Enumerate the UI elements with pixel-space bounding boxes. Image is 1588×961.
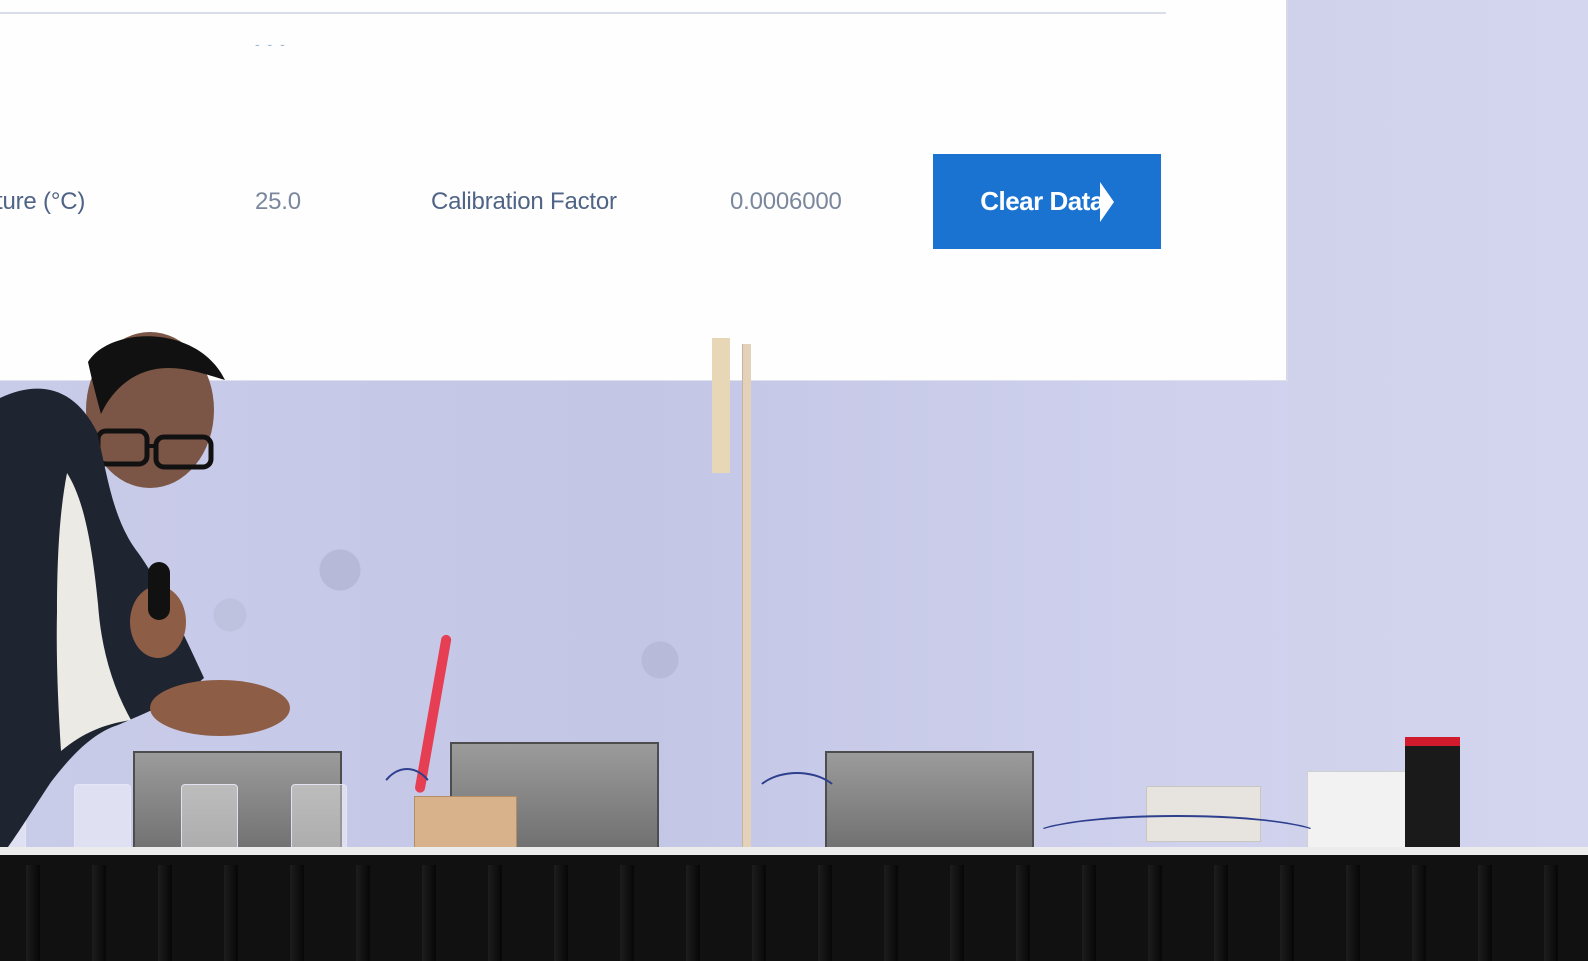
table-fold [1016, 865, 1030, 961]
clear-data-button-label: Clear Data [980, 186, 1104, 216]
table-fold [884, 865, 898, 961]
calibration-factor-value: 0.0006000 [730, 188, 842, 215]
table-fold [1412, 865, 1426, 961]
table-fold [818, 865, 832, 961]
table-fold [1148, 865, 1162, 961]
table-fold [488, 865, 502, 961]
backdrop-panel [1288, 0, 1588, 850]
table-fold [356, 865, 370, 961]
black-speaker [1405, 737, 1460, 858]
table-fold [1346, 865, 1360, 961]
red-sensor-stick [414, 634, 452, 794]
screen-top-rule [0, 12, 1166, 14]
microphone [148, 562, 170, 620]
table-fold [1544, 865, 1558, 961]
table-fold [554, 865, 568, 961]
calibration-factor-label: Calibration Factor [431, 188, 617, 215]
projection-screen: - - - ture (°C) 25.0 Calibration Factor … [0, 0, 1288, 380]
table-fold [26, 865, 40, 961]
temperature-value: 25.0 [255, 188, 301, 215]
table-fold [422, 865, 436, 961]
temperature-label: ture (°C) [0, 188, 86, 215]
table-fold [620, 865, 634, 961]
laptop-right [825, 751, 1034, 857]
table-fold [290, 865, 304, 961]
arrow-right-icon [1099, 181, 1114, 222]
table-fold [1214, 865, 1228, 961]
table-fold [224, 865, 238, 961]
stage-scene: - - - ture (°C) 25.0 Calibration Factor … [0, 0, 1588, 961]
table-fold [1280, 865, 1294, 961]
screen-dash: - - - [255, 36, 287, 52]
clear-data-button[interactable]: Clear Data [933, 154, 1161, 249]
table-fold [950, 865, 964, 961]
sensor-pole-top [712, 338, 730, 473]
table-fold [1082, 865, 1096, 961]
blue-cable [750, 772, 844, 836]
table-fold [158, 865, 172, 961]
sensor-pole [742, 344, 751, 849]
table-fold [686, 865, 700, 961]
table-fold [92, 865, 106, 961]
table-fold [752, 865, 766, 961]
table-fold [1478, 865, 1492, 961]
